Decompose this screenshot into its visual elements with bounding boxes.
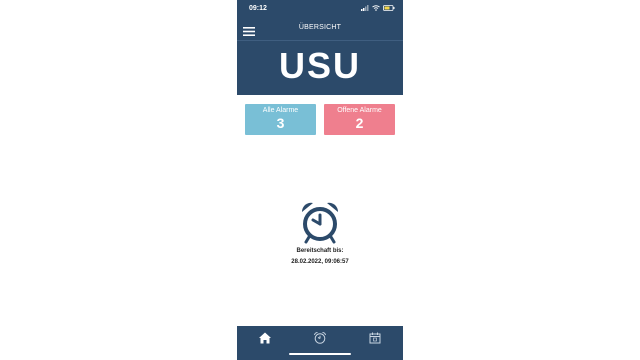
home-icon: [259, 332, 271, 344]
wifi-icon: [372, 5, 380, 11]
all-alarms-count: 3: [276, 115, 285, 131]
all-alarms-card[interactable]: Alle Alarme 3: [245, 104, 316, 135]
status-icons: [361, 5, 395, 11]
standby-label: Bereitschaft bis:: [296, 248, 344, 254]
open-alarms-card[interactable]: Offene Alarme 2: [324, 104, 395, 135]
nav-calendar[interactable]: [368, 331, 382, 345]
calendar-icon: [369, 332, 381, 344]
home-indicator: [289, 353, 351, 355]
status-time: 09:12: [249, 5, 267, 12]
alarm-clock-icon: [314, 331, 326, 344]
header: 09:12 ÜBERSICHT USU: [237, 0, 403, 95]
usu-logo: USU: [278, 45, 361, 86]
alarm-clock-icon: [301, 202, 339, 244]
open-alarms-count: 2: [355, 115, 364, 131]
all-alarms-label: Alle Alarme: [262, 107, 299, 114]
nav-alarms[interactable]: [313, 331, 327, 345]
signal-icon: [361, 5, 369, 11]
battery-icon: [383, 5, 395, 11]
page-title: ÜBERSICHT: [298, 24, 342, 31]
standby-value: 28.02.2022, 09:06:57: [291, 259, 349, 265]
nav-home[interactable]: [258, 331, 272, 345]
app-screen: 09:12 ÜBERSICHT USU Alle Alarme 3 Offene…: [237, 0, 403, 360]
open-alarms-label: Offene Alarme: [337, 107, 382, 114]
header-divider: [237, 40, 403, 41]
